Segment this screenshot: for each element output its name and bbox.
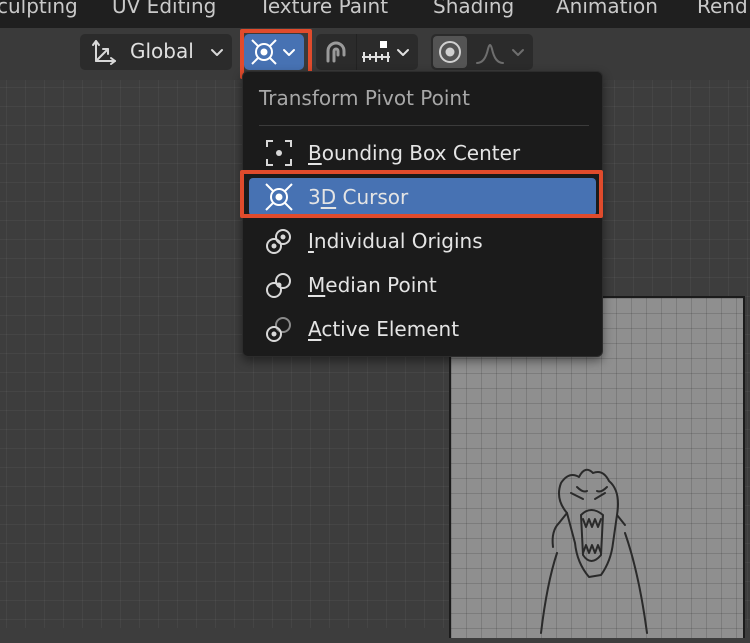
tab-texture-paint[interactable]: Texture Paint [259, 0, 388, 18]
selected-item-highlight [240, 170, 603, 218]
snapping-controls[interactable] [316, 34, 418, 70]
bounding-box-center-icon [266, 140, 292, 166]
menu-item-bounding-box-center[interactable]: Bounding Box Center [249, 134, 596, 172]
menu-item-active-element[interactable]: Active Element [249, 310, 596, 348]
proportional-edit-toggle[interactable] [433, 36, 467, 68]
magnet-icon[interactable] [320, 37, 352, 67]
menu-item-label: Bounding Box Center [308, 141, 521, 165]
menu-item-individual-origins[interactable]: Individual Origins [249, 222, 596, 260]
tab-uv-editing[interactable]: UV Editing [112, 0, 216, 18]
menu-divider [259, 125, 589, 126]
transform-orientation-icon [92, 40, 116, 65]
chevron-down-icon [211, 49, 223, 56]
proportional-editing-controls[interactable] [431, 34, 533, 70]
proportional-edit-icon [439, 41, 461, 63]
dinosaur-sketch-image [540, 468, 648, 634]
tab-animation[interactable]: Animation [556, 0, 658, 18]
menu-item-median-point[interactable]: Median Point [249, 266, 596, 304]
tab-rendering[interactable]: Rend [697, 0, 748, 18]
menu-item-label: Individual Origins [308, 229, 483, 253]
median-point-icon [266, 273, 291, 298]
snap-divider [356, 34, 357, 70]
falloff-curve-icon[interactable] [475, 39, 505, 65]
snap-increment-icon[interactable] [360, 39, 392, 65]
menu-item-label: Active Element [308, 317, 460, 341]
menu-title: Transform Pivot Point [259, 86, 470, 110]
chevron-down-icon [397, 49, 409, 56]
active-element-icon [266, 317, 291, 342]
individual-origins-icon [266, 229, 291, 254]
transform-orientation-label: Global [130, 39, 194, 63]
tab-sculpting[interactable]: culpting [0, 0, 78, 18]
workspace-tabs-bar: culpting UV Editing Texture Paint Shadin… [0, 0, 750, 28]
chevron-down-icon [512, 49, 524, 56]
menu-item-label: Median Point [308, 273, 437, 297]
tab-shading[interactable]: Shading [433, 0, 514, 18]
transform-orientation-dropdown[interactable]: Global [80, 34, 232, 70]
